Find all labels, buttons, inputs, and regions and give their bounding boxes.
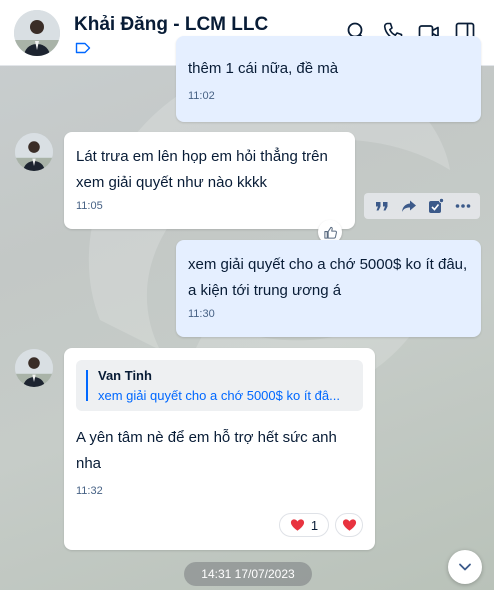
forward-icon[interactable] xyxy=(399,196,419,216)
quote-author: Van Tinh xyxy=(98,368,152,383)
sender-avatar[interactable] xyxy=(15,349,53,387)
message-time: 11:30 xyxy=(188,308,215,320)
message-text: thêm 1 cái nữa, đề mà xyxy=(188,60,339,77)
chevron-down-icon xyxy=(459,563,471,571)
message-time: 11:05 xyxy=(76,200,103,212)
message-bubble-incoming[interactable]: Van Tinh xem giải quyết cho a chớ 5000$ … xyxy=(64,348,375,550)
message-time: 11:32 xyxy=(76,485,103,497)
more-icon[interactable] xyxy=(453,196,473,216)
chat-title: Khải Đăng - LCM LLC xyxy=(74,14,269,35)
reaction-summary[interactable]: 1 xyxy=(279,513,329,537)
date-divider: 14:31 17/07/2023 xyxy=(184,562,312,586)
heart-icon xyxy=(290,519,304,531)
quote-icon[interactable] xyxy=(372,196,392,216)
label-tag-icon[interactable] xyxy=(75,41,91,59)
scroll-to-bottom-button[interactable] xyxy=(448,550,482,584)
message-action-bar xyxy=(364,193,480,219)
react-heart-button[interactable] xyxy=(335,513,363,537)
message-bubble-outgoing[interactable]: xem giải quyết cho a chớ 5000$ ko ít đâu… xyxy=(176,240,481,337)
quote-text: xem giải quyết cho a chớ 5000$ ko ít đâ.… xyxy=(98,388,340,403)
message-text: Lát trưa em lên họp em hỏi thẳng trên xe… xyxy=(76,148,328,191)
thumbs-up-icon xyxy=(323,226,337,239)
task-icon[interactable] xyxy=(426,196,446,216)
message-time: 11:02 xyxy=(188,90,215,102)
contact-avatar[interactable] xyxy=(14,10,60,56)
reaction-count: 1 xyxy=(310,517,319,533)
message-text: A yên tâm nè để em hỗ trợ hết sức anh nh… xyxy=(76,429,337,472)
sender-avatar[interactable] xyxy=(15,133,53,171)
quoted-message[interactable]: Van Tinh xem giải quyết cho a chớ 5000$ … xyxy=(76,360,363,411)
heart-icon xyxy=(342,519,356,531)
message-bubble-incoming[interactable]: Lát trưa em lên họp em hỏi thẳng trên xe… xyxy=(64,132,355,229)
message-bubble-outgoing[interactable]: thêm 1 cái nữa, đề mà 11:02 xyxy=(176,36,481,122)
message-text: xem giải quyết cho a chớ 5000$ ko ít đâu… xyxy=(188,256,468,299)
